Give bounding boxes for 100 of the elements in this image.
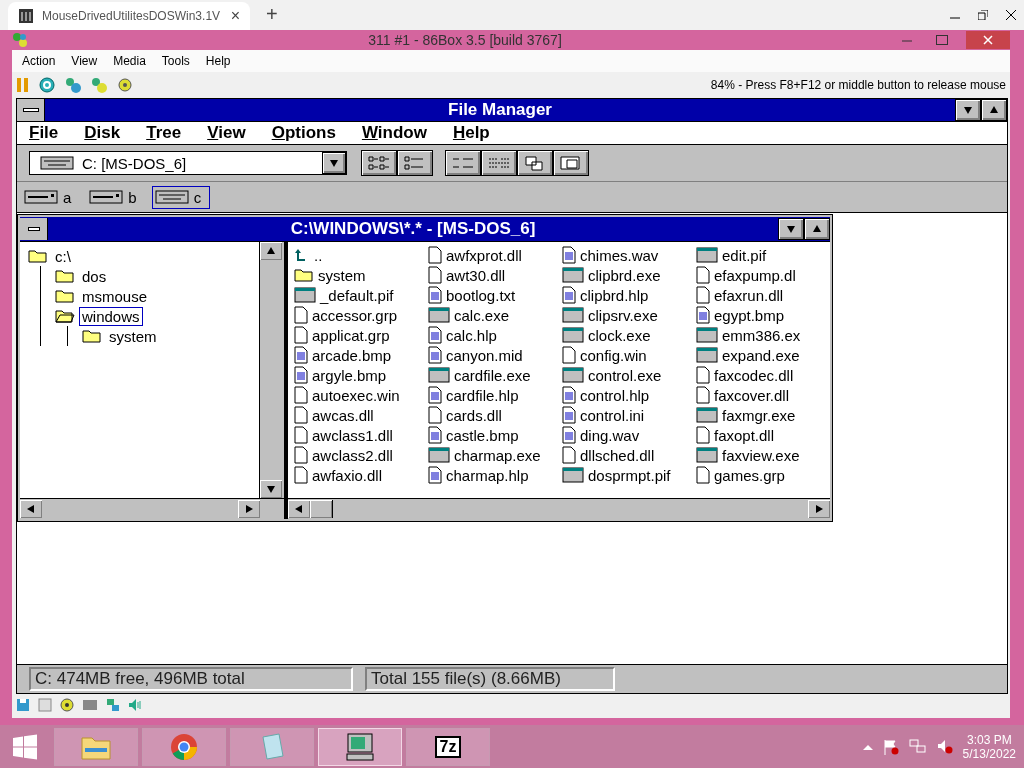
scroll-down-button[interactable]: [260, 480, 283, 498]
file-name[interactable]: canyon.mid: [446, 346, 523, 364]
floppy-icon[interactable]: [16, 698, 30, 712]
restore-icon[interactable]: [978, 10, 988, 20]
folder-name[interactable]: windows: [79, 306, 143, 326]
file-name[interactable]: awclass1.dll: [312, 426, 393, 444]
file-name[interactable]: applicat.grp: [312, 326, 390, 344]
file-name[interactable]: awcas.dll: [312, 406, 374, 424]
system-menu-button[interactable]: [20, 218, 48, 240]
file-name[interactable]: faxview.exe: [722, 446, 800, 464]
system-menu-button[interactable]: [17, 99, 45, 121]
drive-button[interactable]: c: [151, 185, 211, 209]
file-name[interactable]: games.grp: [714, 466, 785, 484]
file-name[interactable]: faxcover.dll: [714, 386, 790, 404]
scroll-up-button[interactable]: [260, 242, 283, 260]
file-name[interactable]: clock.exe: [588, 326, 651, 344]
tab-close-button[interactable]: ×: [230, 7, 240, 25]
file-name[interactable]: bootlog.txt: [446, 286, 516, 304]
menu-item[interactable]: Media: [105, 54, 154, 68]
file-name[interactable]: clipbrd.hlp: [580, 286, 649, 304]
speaker-icon[interactable]: [128, 698, 142, 712]
file-name[interactable]: castle.bmp: [446, 426, 519, 444]
file-name[interactable]: edit.pif: [722, 246, 767, 264]
file-name[interactable]: autoexec.win: [312, 386, 400, 404]
file-name[interactable]: faxopt.dll: [714, 426, 775, 444]
file-name[interactable]: emm386.ex: [722, 326, 801, 344]
file-name[interactable]: charmap.exe: [454, 446, 541, 464]
menu-item[interactable]: Help: [452, 123, 490, 143]
close-icon[interactable]: [1006, 10, 1016, 20]
folder-name[interactable]: c:\: [52, 246, 74, 266]
file-name[interactable]: faxcodec.dll: [714, 366, 794, 384]
file-name[interactable]: config.win: [580, 346, 647, 364]
file-name[interactable]: efaxpump.dl: [714, 266, 796, 284]
menu-item[interactable]: Disk: [84, 123, 121, 143]
browser-tab[interactable]: MouseDrivedUtilitesDOSWin3.1V ×: [8, 2, 250, 30]
file-name[interactable]: cardfile.exe: [454, 366, 531, 384]
taskbar-button[interactable]: 7z: [406, 727, 490, 766]
file-name[interactable]: control.hlp: [580, 386, 650, 404]
menu-item[interactable]: View: [63, 54, 106, 68]
file-name[interactable]: ding.wav: [580, 426, 640, 444]
minimize-button[interactable]: [778, 218, 804, 240]
scroll-thumb[interactable]: [310, 500, 333, 518]
file-name[interactable]: control.ini: [580, 406, 645, 424]
maximize-button[interactable]: [981, 99, 1007, 121]
file-name[interactable]: system: [318, 266, 366, 284]
dropdown-button[interactable]: [322, 152, 346, 174]
file-name[interactable]: ..: [314, 246, 323, 264]
toolbar-button[interactable]: [445, 150, 481, 176]
speaker-icon[interactable]: [936, 738, 953, 755]
maximize-icon[interactable]: [936, 35, 948, 45]
drive-button[interactable]: b: [86, 185, 146, 209]
menu-item[interactable]: Window: [361, 123, 427, 143]
scroll-right-button[interactable]: [238, 500, 261, 518]
menu-item[interactable]: Action: [14, 54, 64, 68]
scroll-left-button[interactable]: [20, 500, 42, 518]
reset-icon[interactable]: [38, 76, 56, 94]
file-name[interactable]: dllsched.dll: [580, 446, 655, 464]
file-name[interactable]: control.exe: [588, 366, 662, 384]
toolbar-button[interactable]: [397, 150, 433, 176]
file-name[interactable]: clipbrd.exe: [588, 266, 661, 284]
new-tab-button[interactable]: +: [266, 3, 278, 26]
menu-item[interactable]: Tools: [153, 54, 198, 68]
file-name[interactable]: chimes.wav: [580, 246, 659, 264]
file-name[interactable]: faxmgr.exe: [722, 406, 796, 424]
start-icon[interactable]: [12, 733, 38, 760]
network-icon[interactable]: [106, 698, 120, 712]
file-name[interactable]: calc.exe: [454, 306, 510, 324]
scroll-left-button[interactable]: [288, 500, 310, 518]
card-icon[interactable]: [82, 699, 98, 711]
file-name[interactable]: arcade.bmp: [312, 346, 392, 364]
drive-dropdown[interactable]: C: [MS-DOS_6]: [29, 151, 347, 175]
maximize-button[interactable]: [804, 218, 830, 240]
toolbar-button[interactable]: [553, 150, 589, 176]
flag-icon[interactable]: [882, 738, 899, 755]
file-name[interactable]: dosprmpt.pif: [588, 466, 671, 484]
settings-icon[interactable]: [116, 76, 134, 94]
folder-name[interactable]: system: [106, 326, 160, 346]
cd-icon[interactable]: [60, 698, 74, 712]
folder-name[interactable]: msmouse: [79, 286, 151, 306]
menu-item[interactable]: Help: [197, 54, 239, 68]
toolbar-button[interactable]: [517, 150, 553, 176]
drive-button[interactable]: a: [21, 185, 81, 209]
file-name[interactable]: charmap.hlp: [446, 466, 529, 484]
file-name[interactable]: cards.dll: [446, 406, 502, 424]
file-name[interactable]: awt30.dll: [446, 266, 506, 284]
file-name[interactable]: awfaxio.dll: [312, 466, 383, 484]
file-name[interactable]: _default.pif: [320, 286, 394, 304]
file-name[interactable]: awclass2.dll: [312, 446, 393, 464]
file-name[interactable]: egypt.bmp: [714, 306, 785, 324]
file-name[interactable]: awfxprot.dll: [446, 246, 522, 264]
menu-item[interactable]: Tree: [146, 123, 182, 143]
file-name[interactable]: accessor.grp: [312, 306, 398, 324]
file-name[interactable]: expand.exe: [722, 346, 800, 364]
file-name[interactable]: cardfile.hlp: [446, 386, 519, 404]
menu-item[interactable]: File: [29, 123, 59, 143]
toolbar-button[interactable]: [361, 150, 397, 176]
menu-item[interactable]: View: [207, 123, 246, 143]
file-name[interactable]: argyle.bmp: [312, 366, 387, 384]
folder-name[interactable]: dos: [79, 266, 110, 286]
toolbar-button[interactable]: [481, 150, 517, 176]
